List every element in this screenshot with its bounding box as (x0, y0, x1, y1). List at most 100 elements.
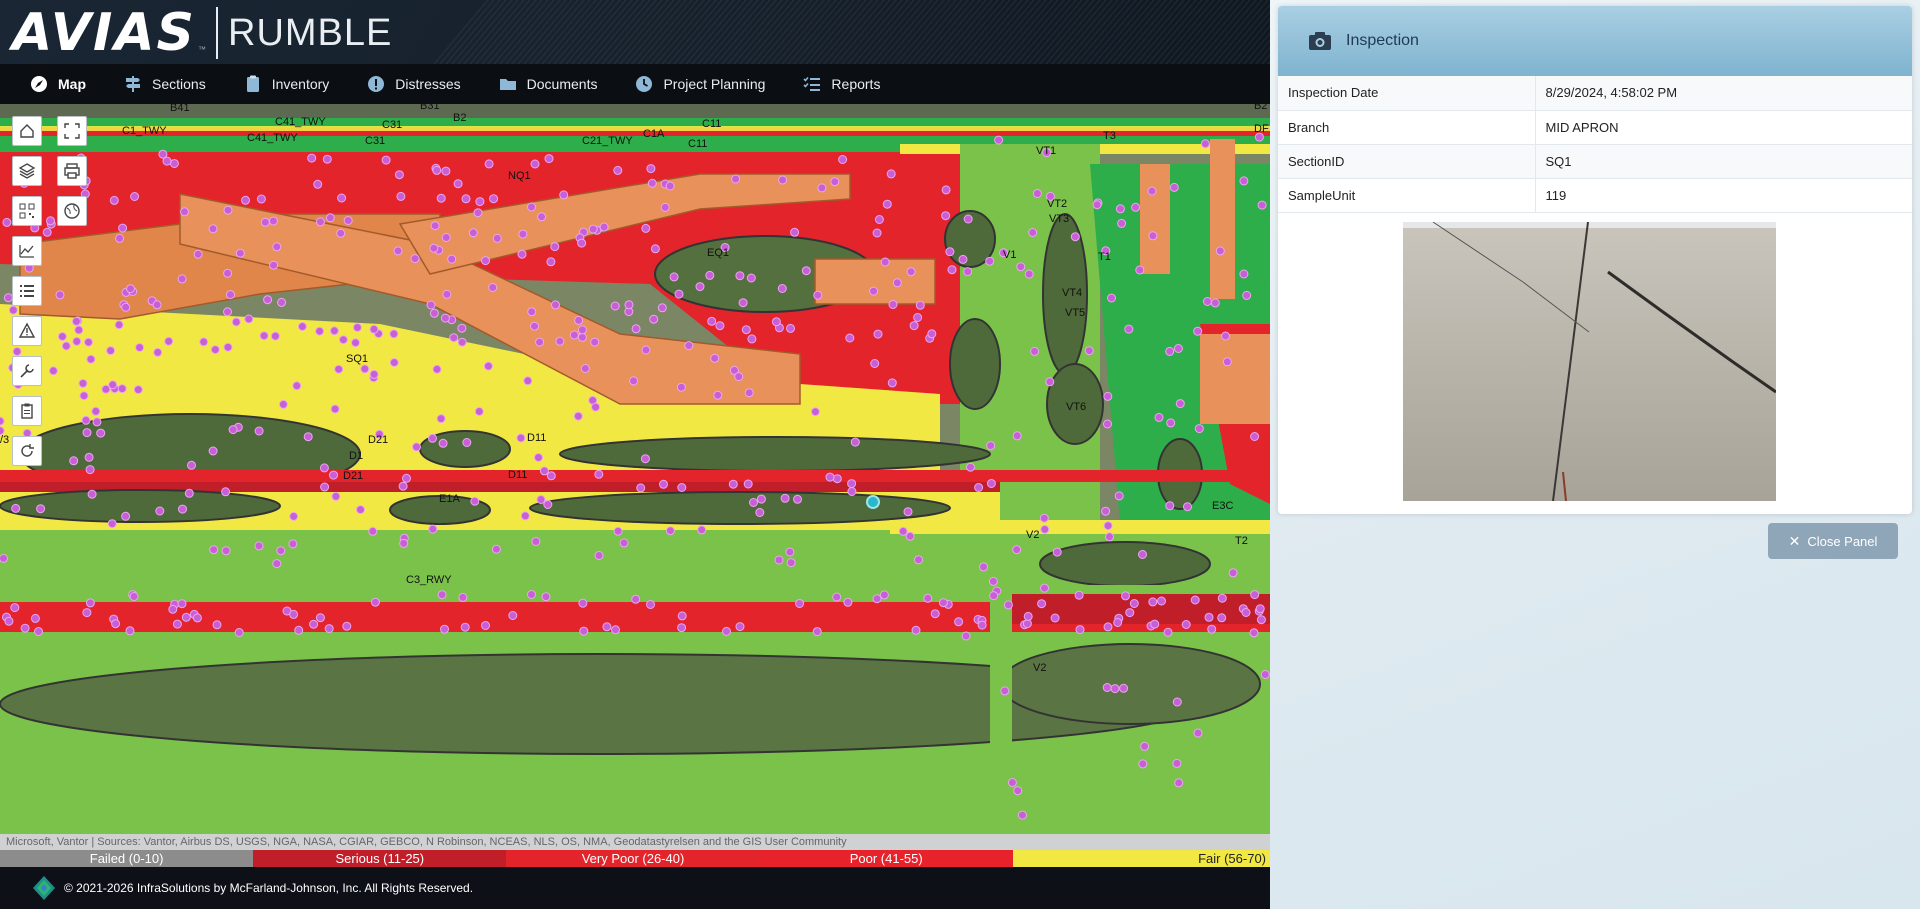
section-label[interactable]: VT3 (1049, 213, 1069, 225)
distress-point[interactable] (780, 493, 790, 503)
distress-point[interactable] (87, 489, 97, 499)
distress-point[interactable] (329, 470, 338, 480)
distress-point[interactable] (1040, 583, 1049, 593)
distress-point[interactable] (331, 491, 341, 501)
distress-point[interactable] (309, 619, 319, 629)
distress-point[interactable] (481, 256, 490, 266)
distress-point[interactable] (370, 597, 380, 607)
distress-point[interactable] (360, 364, 370, 374)
distress-point[interactable] (126, 284, 135, 294)
distress-point[interactable] (1032, 189, 1042, 198)
distress-point[interactable] (677, 611, 687, 621)
distress-point[interactable] (241, 195, 250, 205)
distress-point[interactable] (1138, 550, 1147, 559)
distress-point[interactable] (744, 388, 754, 398)
distress-point[interactable] (531, 537, 541, 546)
distress-point[interactable] (1183, 502, 1192, 512)
distress-point[interactable] (1103, 419, 1112, 429)
distress-point[interactable] (319, 463, 329, 473)
distress-point[interactable] (1173, 344, 1183, 353)
distress-point[interactable] (488, 283, 498, 292)
distress-point[interactable] (368, 526, 378, 536)
distress-point[interactable] (121, 511, 131, 521)
home-tool-button[interactable] (12, 116, 42, 146)
distress-point[interactable] (906, 267, 916, 277)
distress-point[interactable] (447, 254, 457, 264)
distress-point[interactable] (898, 526, 908, 536)
distress-point[interactable] (352, 323, 362, 332)
distress-point[interactable] (109, 195, 119, 205)
distress-point[interactable] (1222, 357, 1232, 367)
distress-point[interactable] (231, 317, 241, 327)
distress-point[interactable] (838, 155, 848, 164)
distress-point[interactable] (208, 446, 218, 456)
distress-point[interactable] (591, 402, 601, 412)
section-label[interactable]: C31 (365, 135, 385, 147)
section-label[interactable]: T2 (1235, 535, 1248, 547)
distress-point[interactable] (1172, 758, 1182, 768)
distress-point[interactable] (870, 359, 880, 368)
distress-point[interactable] (578, 598, 588, 608)
distress-point[interactable] (399, 538, 409, 548)
distress-point[interactable] (260, 217, 270, 227)
distress-point[interactable] (941, 185, 951, 195)
distress-point[interactable] (117, 384, 127, 394)
distress-point[interactable] (412, 442, 421, 452)
distress-point[interactable] (930, 609, 940, 619)
globe-tool-button[interactable] (57, 196, 87, 226)
distress-point[interactable] (1107, 293, 1116, 303)
distress-point[interactable] (1239, 176, 1249, 186)
distress-point[interactable] (741, 325, 751, 335)
distress-point[interactable] (42, 227, 52, 237)
distress-point[interactable] (1157, 596, 1166, 606)
distress-point[interactable] (449, 333, 459, 343)
distress-point[interactable] (272, 559, 282, 569)
distress-point[interactable] (369, 324, 379, 334)
distress-point[interactable] (546, 257, 556, 267)
nav-reports[interactable]: Reports (803, 64, 880, 104)
distress-point[interactable] (1207, 624, 1217, 634)
distress-point[interactable] (177, 274, 187, 284)
map-view[interactable]: B41B31B2L23B2C1_TWYC41_TWYC31C41_TWYC31C… (0, 104, 1270, 834)
distress-point[interactable] (278, 399, 288, 409)
distress-point[interactable] (1050, 613, 1060, 623)
distress-point[interactable] (738, 298, 748, 308)
distress-point[interactable] (1181, 620, 1191, 629)
distress-point[interactable] (428, 433, 437, 443)
distress-point[interactable] (1101, 506, 1111, 516)
distress-point[interactable] (756, 494, 766, 504)
distress-point[interactable] (210, 345, 220, 355)
distress-point[interactable] (1028, 228, 1038, 237)
distress-point[interactable] (873, 329, 883, 339)
distress-point[interactable] (613, 165, 623, 175)
nav-map[interactable]: Map (30, 64, 86, 104)
distress-point[interactable] (530, 321, 539, 331)
distress-point[interactable] (115, 233, 125, 243)
distress-point[interactable] (958, 254, 968, 264)
distress-point[interactable] (520, 511, 530, 521)
distress-point[interactable] (71, 316, 81, 326)
distress-point[interactable] (777, 284, 787, 293)
distress-point[interactable] (743, 479, 753, 489)
distress-point[interactable] (1250, 432, 1260, 441)
distress-point[interactable] (86, 354, 96, 364)
distress-point[interactable] (527, 590, 536, 599)
distress-point[interactable] (235, 248, 245, 258)
distress-point[interactable] (843, 597, 853, 607)
distress-point[interactable] (130, 192, 140, 201)
distress-point[interactable] (879, 590, 889, 600)
distress-point[interactable] (599, 222, 609, 232)
section-label[interactable]: VT4 (1062, 287, 1082, 299)
distress-point[interactable] (61, 341, 71, 351)
distress-point[interactable] (508, 611, 518, 620)
section-label[interactable]: V1 (1003, 249, 1016, 261)
logo[interactable]: AVIAS ™ RUMBLE (12, 6, 392, 60)
section-label[interactable]: DF (1254, 123, 1269, 135)
distress-point[interactable] (963, 214, 973, 224)
distress-point[interactable] (611, 625, 620, 635)
distress-point[interactable] (695, 282, 705, 292)
distress-point[interactable] (223, 205, 233, 215)
distress-point[interactable] (1110, 684, 1120, 694)
distress-point[interactable] (1148, 597, 1158, 607)
distress-point[interactable] (845, 333, 855, 343)
